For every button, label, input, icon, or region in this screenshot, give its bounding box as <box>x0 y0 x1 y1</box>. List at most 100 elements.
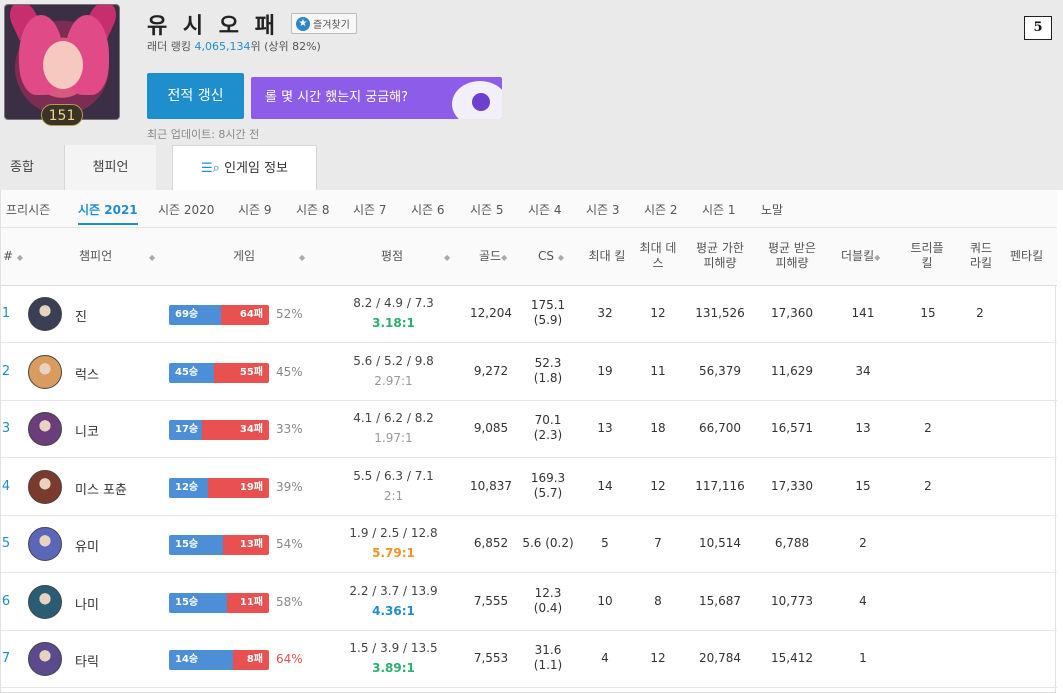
champion-icon[interactable] <box>28 642 62 676</box>
champion-icon[interactable] <box>28 584 62 619</box>
max-death-value: 18 <box>650 421 666 435</box>
win-rate: 33% <box>276 422 303 436</box>
col-double-kill[interactable]: 더블킬◆ <box>841 249 880 265</box>
season-tab[interactable]: 시즌 3 <box>586 201 620 218</box>
col-quadra-kill[interactable]: 쿼드라킬 <box>965 241 997 271</box>
kda-ratio: 4.36:1 <box>372 603 415 618</box>
sort-icon[interactable]: ◆ <box>444 249 450 265</box>
gold-value: 7,555 <box>473 593 509 608</box>
table-row[interactable]: 7 타릭 14승 8패 64% 1.5 / 3.9 / 13.5 3.89:1 7,553 31… <box>1 631 1057 688</box>
rank-number: 3 <box>1 421 11 436</box>
table-row[interactable]: 4 미스 포츈 12승 19패 39% 5.5 / 6.3 / 7.1 2:1 10,837 1… <box>1 459 1057 516</box>
season-tab[interactable]: 프리시즌 <box>6 201 50 218</box>
triple-kill-value: 15 <box>920 306 936 320</box>
col-max-death[interactable]: 최대 데스 <box>637 241 679 271</box>
col-rank[interactable]: # ◆ <box>3 249 23 265</box>
kda-average: 1.9 / 2.5 / 12.8 <box>349 526 438 540</box>
kda-ratio: 2:1 <box>383 488 404 503</box>
avg-dmg-dealt-value: 20,784 <box>699 651 741 665</box>
gold-value: 12,204 <box>470 306 512 320</box>
max-death-value: 12 <box>650 651 666 665</box>
sort-icon[interactable]: ◆ <box>149 249 155 265</box>
col-champion[interactable]: 챔피언 <box>79 249 112 264</box>
champion-icon[interactable] <box>28 354 62 389</box>
table-row[interactable]: 5 유미 15승 13패 54% 1.9 / 2.5 / 12.8 5.79:1 6,852 5… <box>1 516 1057 573</box>
max-kill-value: 14 <box>597 478 613 493</box>
double-kill-value: 1 <box>859 651 867 665</box>
champion-icon[interactable] <box>28 297 62 331</box>
col-avg-dmg-taken[interactable]: 평균 받은 피해량 <box>763 241 821 271</box>
kda-ratio: 5.79:1 <box>372 546 415 560</box>
win-loss-bar: 15승 13패 <box>169 535 269 555</box>
col-kda[interactable]: 평점 <box>381 249 403 264</box>
losses-count: 19패 <box>207 477 269 498</box>
season-tab[interactable]: 시즌 9 <box>238 201 272 218</box>
wins-count: 15승 <box>169 535 223 555</box>
refresh-button[interactable]: 전적 갱신 <box>147 73 244 119</box>
season-tab[interactable]: 시즌 7 <box>353 201 387 218</box>
cs-value: 70.1 (2.3) <box>533 413 563 442</box>
table-row[interactable]: 6 나미 15승 11패 58% 2.2 / 3.7 / 13.9 4.36:1 7,555 1… <box>1 574 1057 631</box>
win-loss-bar: 45승 55패 <box>169 362 269 383</box>
season-tab-active[interactable]: 시즌 2021 <box>78 201 138 225</box>
season-tab[interactable]: 시즌 2 <box>644 201 678 218</box>
wins-count: 14승 <box>169 650 233 670</box>
sort-icon[interactable]: ◆ <box>299 249 305 265</box>
season-tab[interactable]: 시즌 6 <box>411 201 445 218</box>
profile-header: 151 유 시 오 패 스 ★ 즐겨찾기 래더 랭킹 4,065,134위 (상… <box>0 0 1063 145</box>
double-kill-value: 2 <box>859 536 867 550</box>
losses-count: 34패 <box>202 420 269 440</box>
gold-value: 6,852 <box>473 536 509 550</box>
ladder-rank: 래더 랭킹 4,065,134위 (상위 82%) <box>147 40 321 53</box>
col-max-kill[interactable]: 최대 킬 <box>583 249 631 264</box>
ladder-rank-number[interactable]: 4,065,134 <box>194 40 250 53</box>
season-tab[interactable]: 시즌 1 <box>702 201 736 218</box>
season-tab[interactable]: 시즌 8 <box>296 201 330 218</box>
col-triple-kill[interactable]: 트리플 킬 <box>907 241 947 271</box>
col-cs[interactable]: CS ◆ <box>538 249 564 265</box>
season-tab[interactable]: 시즌 5 <box>470 201 504 218</box>
wins-count: 69승 <box>169 305 221 325</box>
champion-icon[interactable] <box>28 527 62 561</box>
max-death-value: 11 <box>650 363 666 378</box>
losses-count: 11패 <box>226 592 269 613</box>
champion-icon[interactable] <box>28 412 62 446</box>
champion-name: 럭스 <box>75 367 99 383</box>
favorite-button[interactable]: ★ 즐겨찾기 <box>291 13 357 34</box>
win-loss-bar: 15승 11패 <box>169 592 269 613</box>
avg-dmg-taken-value: 17,360 <box>771 306 813 320</box>
table-row[interactable]: 1 진 69승 64패 52% 8.2 / 4.9 / 7.3 3.18:1 12,204 17… <box>1 286 1057 343</box>
ingame-search-icon: ☰⌕ <box>200 161 220 176</box>
season-tab[interactable]: 시즌 4 <box>528 201 562 218</box>
tab-champions[interactable]: 챔피언 <box>64 145 156 190</box>
losses-count: 13패 <box>222 535 269 555</box>
max-kill-value: 13 <box>597 421 613 435</box>
rank-number: 4 <box>1 478 11 494</box>
kda-average: 4.1 / 6.2 / 8.2 <box>353 411 434 425</box>
kda-ratio: 2.97:1 <box>374 373 413 388</box>
champion-name: 나미 <box>75 597 99 613</box>
col-gold[interactable]: 골드◆ <box>479 249 507 265</box>
table-row[interactable]: 3 니코 17승 34패 33% 4.1 / 6.2 / 8.2 1.97:1 9,085 70… <box>1 401 1057 458</box>
avg-dmg-dealt-value: 56,379 <box>699 363 741 378</box>
kda-average: 1.5 / 3.9 / 13.5 <box>349 641 438 655</box>
losses-count: 8패 <box>232 650 269 670</box>
champion-icon[interactable] <box>28 469 62 504</box>
col-penta-kill[interactable]: 펜타킬 <box>1010 249 1043 264</box>
table-row[interactable]: 2 럭스 45승 55패 45% 5.6 / 5.2 / 9.8 2.97:1 9,272 52… <box>1 344 1057 401</box>
last-updated: 최근 업데이트: 8시간 전 <box>147 128 260 141</box>
tab-ingame[interactable]: ☰⌕ 인게임 정보 <box>172 145 317 191</box>
wins-count: 45승 <box>169 362 214 383</box>
rank-number: 5 <box>1 536 11 551</box>
col-avg-dmg-dealt[interactable]: 평균 가한 피해량 <box>691 241 749 271</box>
col-games[interactable]: 게임 <box>233 249 255 264</box>
season-filter: 프리시즌 시즌 2021 시즌 2020 시즌 9 시즌 8 시즌 7 시즌 6… <box>1 190 1057 228</box>
max-death-value: 12 <box>650 306 666 320</box>
season-tab[interactable]: 시즌 2020 <box>158 201 214 218</box>
quadra-kill-value: 2 <box>976 306 984 320</box>
season-tab[interactable]: 노말 <box>761 201 783 218</box>
promo-banner[interactable]: 롤 몇 시간 했는지 궁금해? <box>251 77 502 119</box>
tab-overview[interactable]: 종합 <box>0 145 44 190</box>
kda-ratio: 3.89:1 <box>372 661 415 675</box>
cs-value: 175.1 (5.9) <box>530 298 566 327</box>
